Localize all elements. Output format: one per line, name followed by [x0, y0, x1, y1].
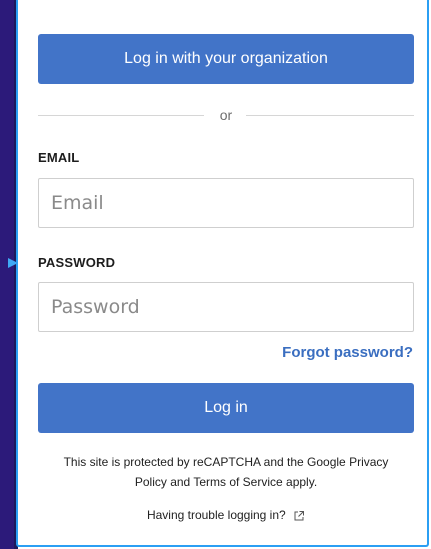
email-label: EMAIL — [38, 150, 80, 165]
trouble-label: Having trouble logging in? — [146, 508, 286, 522]
or-divider: or — [38, 105, 414, 125]
password-label: PASSWORD — [38, 255, 116, 270]
login-button[interactable]: Log in — [38, 383, 414, 433]
password-field[interactable] — [38, 282, 414, 332]
forgot-password-link[interactable]: Forgot password? — [282, 344, 413, 361]
recaptcha-line-2: Policy and Terms of Service apply. — [134, 475, 318, 489]
divider-text: or — [219, 107, 233, 123]
background-stripe — [0, 0, 14, 549]
external-link-icon — [294, 510, 305, 521]
trouble-logging-in-link[interactable]: Having trouble logging in? — [38, 508, 414, 522]
recaptcha-line-1: This site is protected by reCAPTCHA and … — [63, 455, 389, 469]
login-card: Log in with your organization or EMAIL P… — [16, 0, 429, 547]
login-label: Log in — [204, 399, 248, 416]
email-field[interactable] — [38, 178, 414, 228]
recaptcha-notice: This site is protected by reCAPTCHA and … — [38, 452, 414, 492]
org-login-label: Log in with your organization — [124, 50, 328, 67]
org-login-button[interactable]: Log in with your organization — [38, 34, 414, 84]
